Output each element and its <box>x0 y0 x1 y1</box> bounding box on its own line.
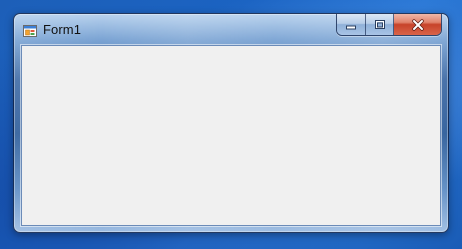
minimize-button[interactable] <box>337 14 366 35</box>
maximize-button[interactable] <box>366 14 394 35</box>
close-button[interactable] <box>394 14 441 35</box>
window-title: Form1 <box>43 22 82 37</box>
title-bar[interactable]: Form1 <box>14 14 448 46</box>
minimize-icon <box>345 20 357 30</box>
caption-buttons <box>336 14 442 36</box>
form-window[interactable]: Form1 <box>13 13 449 233</box>
form-client-area[interactable] <box>21 45 441 226</box>
maximize-icon <box>374 19 386 30</box>
form-app-icon[interactable] <box>23 24 37 38</box>
close-icon <box>411 18 425 31</box>
